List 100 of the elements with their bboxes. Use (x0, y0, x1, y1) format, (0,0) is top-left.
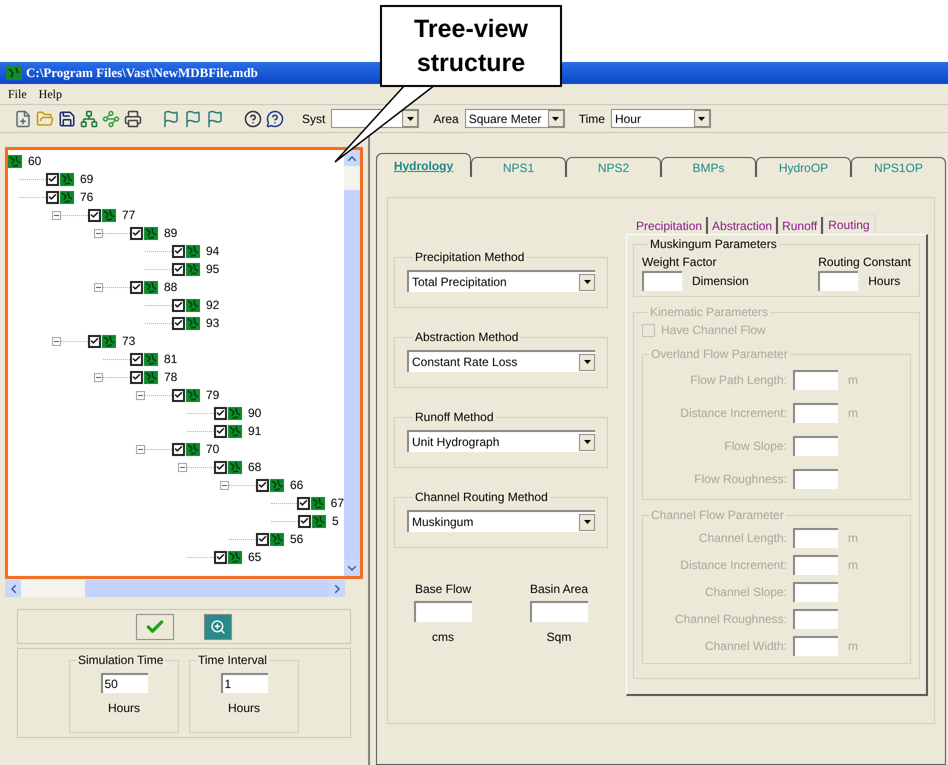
scroll-up-icon[interactable] (348, 156, 356, 160)
input-field[interactable] (642, 271, 682, 291)
tree-checkbox[interactable] (172, 244, 185, 258)
sub-tab[interactable]: Precipitation (632, 217, 708, 234)
tree-checkbox[interactable] (172, 262, 185, 276)
tree-node-label[interactable]: 66 (290, 476, 304, 494)
tree-node-label[interactable]: 68 (248, 458, 262, 476)
tree-checkbox[interactable] (130, 352, 143, 366)
tree-checkbox[interactable] (298, 514, 311, 528)
caret-icon (584, 440, 590, 444)
checkmark-icon (174, 444, 183, 454)
menu-item[interactable]: Help (38, 85, 62, 103)
unit-label: m (848, 404, 858, 422)
menu-item[interactable]: File (8, 85, 27, 103)
tree-checkbox[interactable] (88, 334, 101, 348)
help-icon[interactable] (244, 110, 262, 128)
zoom-button[interactable] (204, 614, 232, 640)
tree-node-label[interactable]: 81 (164, 350, 178, 368)
tree-node-label[interactable]: 77 (122, 206, 136, 224)
tree-checkbox[interactable] (214, 460, 227, 474)
tree-checkbox[interactable] (130, 370, 143, 384)
flag-icon[interactable] (206, 110, 224, 128)
tree-checkbox[interactable] (172, 388, 185, 402)
new-file-icon[interactable] (14, 110, 32, 128)
tree-node-label[interactable]: 93 (206, 314, 220, 332)
collapse-icon[interactable] (220, 480, 229, 490)
tree-checkbox[interactable] (46, 190, 59, 204)
unit-dropdown[interactable]: Square Meter (464, 109, 565, 128)
scroll-left-icon[interactable] (10, 584, 16, 592)
tree-node-label[interactable]: 76 (80, 188, 94, 206)
network-icon[interactable] (80, 110, 98, 128)
tree-node-label[interactable]: 89 (164, 224, 178, 242)
tree-node-label[interactable]: 73 (122, 332, 136, 350)
tree-checkbox[interactable] (214, 424, 227, 438)
method-dropdown[interactable]: Total Precipitation (407, 270, 595, 292)
unit-dropdown[interactable]: Hour (610, 109, 711, 128)
sub-tab[interactable]: Routing (823, 214, 876, 234)
collapse-icon[interactable] (136, 444, 145, 454)
flag-icon[interactable] (184, 110, 202, 128)
tree-node-label[interactable]: 88 (164, 278, 178, 296)
caret-icon (584, 360, 590, 364)
tree-node-label[interactable]: 5 (332, 512, 339, 530)
printer-icon[interactable] (124, 110, 142, 128)
map-tile-icon (186, 262, 200, 276)
input-field[interactable] (818, 271, 858, 291)
tree-node-label[interactable]: 92 (206, 296, 220, 314)
tree-checkbox[interactable] (256, 532, 269, 546)
vertical-scrollbar[interactable] (344, 150, 360, 576)
save-icon[interactable] (58, 110, 76, 128)
tree-node-label[interactable]: 60 (28, 152, 42, 170)
tree-node-label[interactable]: 69 (80, 170, 94, 188)
tree-checkbox[interactable] (296, 496, 310, 510)
tree-checkbox[interactable] (214, 550, 227, 564)
collapse-icon[interactable] (178, 462, 187, 472)
sub-tab[interactable]: Abstraction (708, 217, 778, 234)
collapse-icon[interactable] (52, 210, 61, 220)
tree-node-label[interactable]: 65 (248, 548, 262, 566)
checkmark-icon (90, 336, 99, 346)
scroll-down-icon[interactable] (348, 566, 356, 570)
collapse-icon[interactable] (94, 372, 103, 382)
collapse-icon[interactable] (94, 228, 103, 238)
tree-checkbox[interactable] (130, 280, 143, 294)
method-dropdown[interactable]: Constant Rate Loss (407, 350, 595, 372)
tree-checkbox[interactable] (172, 298, 185, 312)
selector-label: Area (433, 110, 459, 128)
tree-checkbox[interactable] (172, 442, 185, 456)
field-label: Routing Constant (818, 254, 911, 271)
input-field[interactable] (414, 601, 472, 622)
method-dropdown[interactable]: Muskingum (407, 510, 595, 532)
input-field[interactable]: 1 (220, 673, 268, 693)
scroll-right-icon[interactable] (334, 584, 340, 592)
collapse-icon[interactable] (136, 390, 145, 400)
tree-node-label[interactable]: 70 (206, 440, 220, 458)
checkbox-label: Have Channel Flow (661, 322, 766, 339)
tree-checkbox[interactable] (214, 406, 227, 420)
tree-node-label[interactable]: 67 (330, 494, 344, 512)
context-help-icon[interactable] (266, 110, 284, 128)
tree-node-label[interactable]: 94 (206, 242, 220, 260)
tree-node-label[interactable]: 78 (164, 368, 178, 386)
tree-checkbox[interactable] (172, 316, 185, 330)
tree-checkbox[interactable] (46, 172, 59, 186)
input-field[interactable] (530, 601, 588, 622)
tree-checkbox[interactable] (130, 226, 143, 240)
tree-node-label[interactable]: 91 (248, 422, 262, 440)
method-dropdown[interactable]: Unit Hydrograph (407, 430, 595, 452)
tree-node-label[interactable]: 79 (206, 386, 220, 404)
map-tile-icon (60, 172, 74, 186)
tree-checkbox[interactable] (88, 208, 101, 222)
caret-icon (406, 116, 414, 120)
flag-icon[interactable] (162, 110, 180, 128)
tree-checkbox[interactable] (256, 478, 269, 492)
horizontal-scrollbar[interactable] (5, 580, 345, 597)
input-field[interactable]: 50 (100, 673, 148, 693)
tree-node-label[interactable]: 90 (248, 404, 262, 422)
app-icon (6, 66, 22, 80)
collapse-icon[interactable] (94, 282, 103, 292)
collapse-icon[interactable] (52, 336, 61, 346)
apply-button[interactable] (136, 614, 174, 640)
tree-node-label[interactable]: 56 (290, 530, 304, 548)
tree-node-label[interactable]: 95 (206, 260, 220, 278)
